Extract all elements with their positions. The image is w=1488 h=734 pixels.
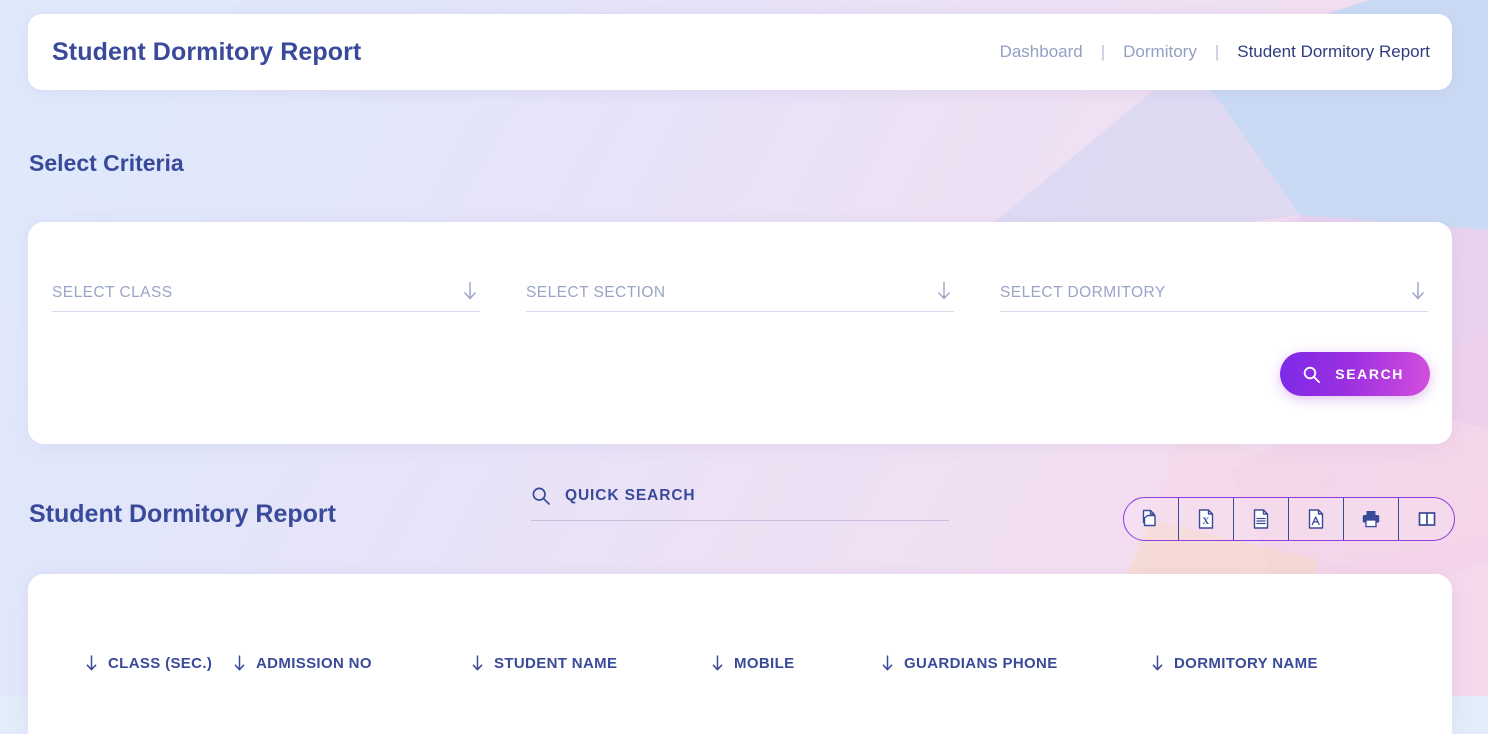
print-button[interactable] [1344, 498, 1399, 540]
breadcrumb-separator: | [1214, 42, 1220, 61]
search-icon [532, 487, 550, 505]
quick-search-input[interactable]: QUICK SEARCH [531, 486, 949, 521]
column-header-label: ADMISSION NO [256, 654, 372, 672]
arrow-down-icon [463, 282, 477, 300]
table-header-row: CLASS (SEC.) ADMISSION NO STUDENT NAME M… [28, 654, 1452, 672]
copy-button[interactable] [1124, 498, 1179, 540]
arrow-down-icon [937, 282, 951, 300]
breadcrumb-separator: | [1100, 42, 1106, 61]
column-header-label: CLASS (SEC.) [108, 654, 213, 672]
search-icon [1304, 366, 1321, 383]
excel-export-button[interactable]: X [1179, 498, 1234, 540]
column-header-label: GUARDIANS PHONE [904, 654, 1058, 672]
column-header-student-name[interactable]: STUDENT NAME [470, 654, 710, 672]
select-class-dropdown[interactable]: SELECT CLASS [52, 282, 480, 312]
sort-arrow-down-icon [472, 655, 483, 671]
csv-export-button[interactable] [1234, 498, 1289, 540]
sort-arrow-down-icon [86, 655, 97, 671]
export-toolbar: X [1123, 497, 1455, 541]
column-header-label: DORMITORY NAME [1174, 654, 1318, 672]
copy-icon [1142, 509, 1156, 527]
select-dormitory-dropdown[interactable]: SELECT DORMITORY [1000, 282, 1428, 312]
column-visibility-button[interactable] [1399, 498, 1454, 540]
column-header-label: MOBILE [734, 654, 795, 672]
select-section-label: SELECT SECTION [526, 284, 666, 301]
report-table-card: CLASS (SEC.) ADMISSION NO STUDENT NAME M… [28, 574, 1452, 734]
select-class-label: SELECT CLASS [52, 284, 173, 301]
column-header-label: STUDENT NAME [494, 654, 618, 672]
printer-icon [1362, 511, 1380, 528]
svg-text:X: X [1202, 517, 1209, 527]
column-header-mobile[interactable]: MOBILE [710, 654, 880, 672]
breadcrumb-item-current: Student Dormitory Report [1237, 42, 1430, 61]
select-criteria-heading: Select Criteria [29, 150, 184, 176]
text-file-icon [1253, 509, 1269, 529]
select-section-dropdown[interactable]: SELECT SECTION [526, 282, 954, 312]
sort-arrow-down-icon [1152, 655, 1163, 671]
column-header-admission-no[interactable]: ADMISSION NO [232, 654, 470, 672]
sort-arrow-down-icon [712, 655, 723, 671]
sort-arrow-down-icon [882, 655, 893, 671]
select-criteria-card: SELECT CLASS SELECT SECTION SELECT DORMI… [28, 222, 1452, 444]
pdf-file-icon [1308, 509, 1324, 529]
select-dormitory-label: SELECT DORMITORY [1000, 284, 1166, 301]
search-button[interactable]: SEARCH [1280, 352, 1430, 396]
arrow-down-icon [1411, 282, 1425, 300]
breadcrumb-item-dashboard[interactable]: Dashboard [998, 42, 1085, 62]
pdf-export-button[interactable] [1289, 498, 1344, 540]
column-header-guardians-phone[interactable]: GUARDIANS PHONE [880, 654, 1150, 672]
column-header-class-sec[interactable]: CLASS (SEC.) [46, 654, 232, 672]
sort-arrow-down-icon [234, 655, 245, 671]
report-heading: Student Dormitory Report [29, 500, 336, 528]
breadcrumb: Dashboard | Dormitory | Student Dormitor… [998, 42, 1430, 62]
search-button-label: SEARCH [1335, 366, 1404, 382]
select-fields-row: SELECT CLASS SELECT SECTION SELECT DORMI… [28, 222, 1452, 312]
breadcrumb-item-dormitory[interactable]: Dormitory [1121, 42, 1199, 62]
excel-file-icon: X [1198, 509, 1214, 529]
page-header: Student Dormitory Report Dashboard | Dor… [28, 14, 1452, 90]
page-title: Student Dormitory Report [52, 37, 362, 66]
column-header-dormitory-name[interactable]: DORMITORY NAME [1150, 654, 1410, 672]
quick-search-label: QUICK SEARCH [565, 487, 696, 504]
columns-icon [1418, 512, 1435, 526]
